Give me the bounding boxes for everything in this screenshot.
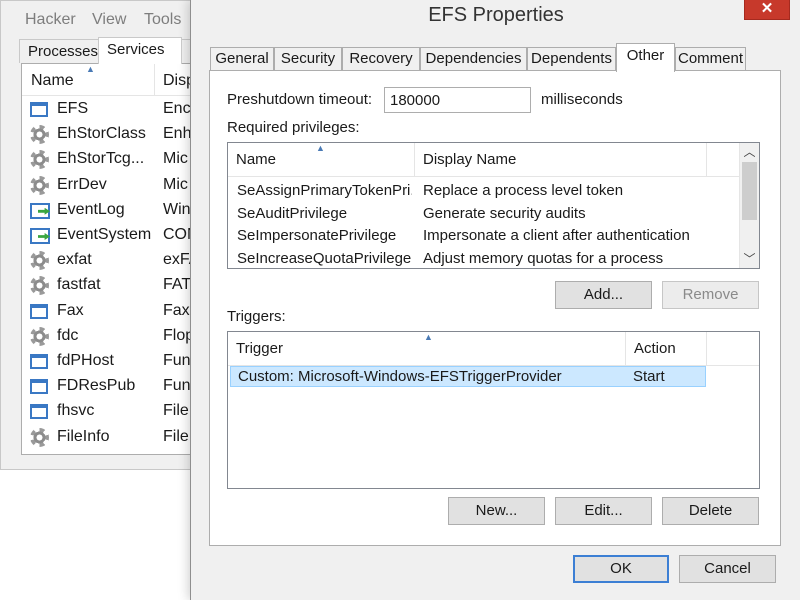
window-icon [30,354,48,369]
trigger-row[interactable]: Custom: Microsoft-Windows-EFSTriggerProv… [230,366,706,387]
privileges-scrollbar[interactable]: ︿ ﹀ [739,143,759,268]
tab-services[interactable]: Services [98,37,182,64]
menu-tools[interactable]: Tools [144,11,181,29]
gear-icon [30,150,49,170]
privilege-display-cell: Replace a process level token [423,182,624,199]
menu-hacker[interactable]: Hacker [25,11,76,29]
sort-ascending-icon: ▲ [86,64,95,74]
close-button[interactable]: ✕ [744,0,790,20]
gear-icon [30,276,49,296]
service-name: fhsvc [57,402,95,420]
tab-dependents[interactable]: Dependents [527,47,616,71]
tab-security[interactable]: Security [274,47,342,71]
service-running-icon [30,228,50,244]
service-name: EhStorTcg... [57,150,145,168]
scroll-down-icon[interactable]: ﹀ [740,250,759,268]
dialog-title: EFS Properties [428,4,564,26]
ok-button[interactable]: OK [573,555,669,583]
column-display-name[interactable]: Display Name [415,143,705,177]
preshutdown-timeout-input[interactable] [384,87,531,113]
service-name: exfat [57,251,92,269]
gear-icon [30,125,49,145]
triggers-label: Triggers: [227,308,286,325]
privileges-list-header: Name ▲ Display Name [228,143,741,177]
privilege-row[interactable]: SeAssignPrimaryTokenPri... Replace a proc… [228,180,741,202]
privilege-name-cell: SeAuditPrivilege [237,204,348,222]
required-privileges-label: Required privileges: [227,119,360,136]
menu-view[interactable]: View [92,11,126,29]
privilege-display-cell: Impersonate a client after authenticatio… [423,227,690,244]
service-name: Fax [57,301,84,319]
tab-general[interactable]: General [210,47,274,71]
close-icon: ✕ [760,0,774,17]
tab-comment[interactable]: Comment [675,47,746,71]
trigger-action-cell: Start [633,368,665,385]
service-name: fastfat [57,276,101,294]
gear-icon [30,326,49,346]
tab-processes[interactable]: Processes [19,39,99,63]
column-separator [706,332,707,366]
gear-icon [30,175,49,195]
service-running-icon [30,202,50,219]
service-name: EventLog [57,200,125,218]
privileges-list[interactable]: Name ▲ Display Name SeAssignPrimaryToken… [227,142,760,269]
gear-icon [30,427,49,447]
column-separator [706,143,707,177]
scrollbar-thumb[interactable] [742,162,757,220]
service-name: ErrDev [57,175,107,193]
service-name: fdc [57,326,79,344]
privilege-name-cell: SeAssignPrimaryTokenPri... [237,182,412,199]
triggers-list[interactable]: Trigger ▲ Action Custom: Microsoft-Windo… [227,331,760,489]
tab-other[interactable]: Other [616,43,675,72]
service-name: EventSystem [57,226,152,243]
window-icon [30,303,48,319]
trigger-name-cell: Custom: Microsoft-Windows-EFSTriggerProv… [238,368,562,385]
sort-ascending-icon: ▲ [316,143,325,153]
other-tab-panel: Preshutdown timeout: milliseconds Requir… [209,70,781,546]
preshutdown-label: Preshutdown timeout: [227,91,373,108]
new-trigger-button[interactable]: New... [448,497,545,525]
milliseconds-label: milliseconds [541,91,623,108]
privilege-name-cell: SeIncreaseQuotaPrivilege [237,249,412,267]
window-icon [30,102,48,117]
gear-icon [30,251,49,271]
column-separator [154,64,155,96]
sort-ascending-icon: ▲ [424,332,433,342]
delete-trigger-button[interactable]: Delete [662,497,759,525]
column-action[interactable]: Action [626,332,706,366]
cancel-button[interactable]: Cancel [679,555,776,583]
service-name: EFS [57,100,89,117]
window-icon [30,404,48,420]
service-name: FDResPub [57,377,136,395]
service-name: EhStorClass [57,125,146,143]
remove-privilege-button[interactable]: Remove [662,281,759,309]
service-name: fdPHost [57,352,114,369]
privilege-row[interactable]: SeIncreaseQuotaPrivilege Adjust memory qu… [228,248,741,269]
add-privilege-button[interactable]: Add... [555,281,652,309]
privilege-row[interactable]: SeImpersonatePrivilege Impersonate a clie… [228,225,741,247]
service-name: FileInfo [57,427,110,445]
scroll-up-icon[interactable]: ︿ [740,143,759,161]
tab-dependencies[interactable]: Dependencies [420,47,527,71]
window-icon [30,379,48,395]
privilege-display-cell: Generate security audits [423,204,586,222]
tab-recovery[interactable]: Recovery [342,47,420,71]
triggers-list-header: Trigger ▲ Action [228,332,759,366]
efs-properties-dialog: EFS Properties ✕ General Security Recove… [190,0,800,600]
column-name[interactable]: Name [31,72,74,90]
privilege-row[interactable]: SeAuditPrivilege Generate security audits [228,203,741,225]
edit-trigger-button[interactable]: Edit... [555,497,652,525]
privilege-name-cell: SeImpersonatePrivilege [237,227,397,244]
privilege-display-cell: Adjust memory quotas for a process [423,249,664,267]
